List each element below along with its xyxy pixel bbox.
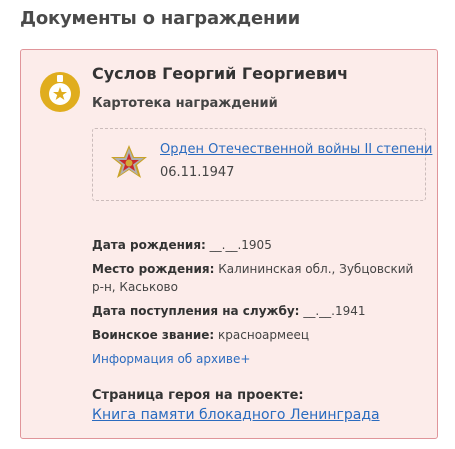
hero-page-link[interactable]: Книга памяти блокадного Ленинграда: [92, 407, 380, 423]
birth-place-label: Место рождения:: [92, 262, 215, 276]
medal-star-icon: [40, 72, 80, 112]
service-date-row: Дата поступления на службу: __.__.1941: [92, 302, 427, 320]
details-block: Дата рождения: __.__.1905 Место рождения…: [92, 236, 427, 374]
birth-date-value: __.__.1905: [209, 238, 272, 252]
birth-place-row: Место рождения: Калининская обл., Зубцов…: [92, 260, 427, 296]
rank-row: Воинское звание: красноармеец: [92, 326, 427, 344]
award-date: 06.11.1947: [160, 165, 235, 180]
award-card: Суслов Георгий Георгиевич Картотека нагр…: [20, 49, 438, 439]
rank-label: Воинское звание:: [92, 328, 215, 342]
person-name: Суслов Георгий Георгиевич: [92, 64, 349, 83]
award-entry: Орден Отечественной войны II степени 06.…: [92, 128, 432, 201]
archive-info-link[interactable]: Информация об архиве+: [92, 350, 250, 368]
card-type-label: Картотека награждений: [92, 96, 278, 111]
section-title: Документы о награждении: [20, 8, 301, 29]
rank-value: красноармеец: [218, 328, 310, 342]
service-date-value: __.__.1941: [303, 304, 366, 318]
order-patriotic-war-icon: [111, 145, 147, 178]
hero-page-title: Страница героя на проекте:: [92, 388, 304, 403]
birth-date-label: Дата рождения:: [92, 238, 206, 252]
birth-date-row: Дата рождения: __.__.1905: [92, 236, 427, 254]
service-date-label: Дата поступления на службу:: [92, 304, 300, 318]
award-title-link[interactable]: Орден Отечественной войны II степени: [160, 142, 432, 157]
